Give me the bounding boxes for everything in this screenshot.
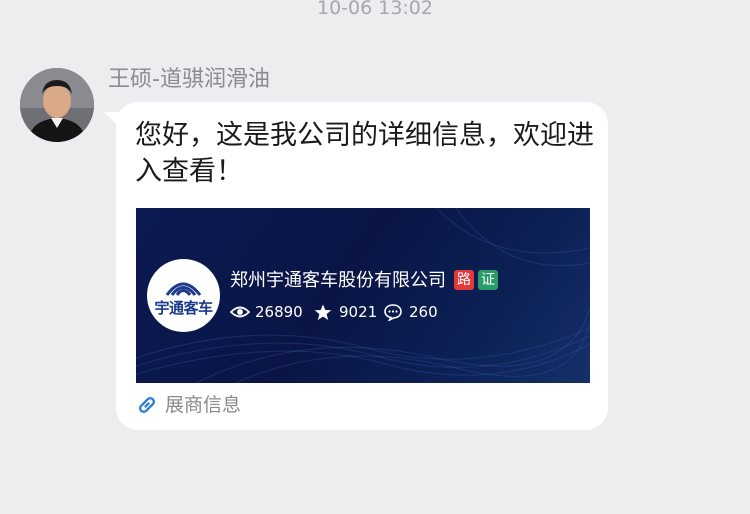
message-bubble[interactable]: 您好，这是我公司的详细信息，欢迎进入查看！ 宇通客车 郑州宇通客车股份有限公司 … xyxy=(116,102,608,430)
company-logo: 宇通客车 xyxy=(147,259,220,332)
star-icon xyxy=(314,304,332,320)
company-logo-arcs-icon xyxy=(165,282,202,296)
sender-name: 王硕-道骐润滑油 xyxy=(108,67,270,92)
message-timestamp: 10-06 13:02 xyxy=(316,0,433,19)
avatar-image xyxy=(20,68,94,142)
stars-count: 9021 xyxy=(339,303,378,321)
comment-icon xyxy=(384,304,402,321)
comments-count: 260 xyxy=(409,303,438,321)
road-badge: 路 xyxy=(454,270,474,290)
exhibitor-info-label: 展商信息 xyxy=(165,394,242,416)
exhibitor-card[interactable]: 宇通客车 郑州宇通客车股份有限公司 路 证 26890 9021 260 xyxy=(136,208,590,383)
sender-avatar[interactable] xyxy=(20,68,94,142)
link-icon xyxy=(138,396,156,414)
company-name: 郑州宇通客车股份有限公司 xyxy=(230,270,446,291)
company-logo-text: 宇通客车 xyxy=(154,299,213,317)
message-text: 您好，这是我公司的详细信息，欢迎进入查看！ xyxy=(135,120,594,187)
certificate-badge: 证 xyxy=(478,270,498,290)
views-count: 26890 xyxy=(255,303,303,321)
eye-icon xyxy=(230,306,250,318)
